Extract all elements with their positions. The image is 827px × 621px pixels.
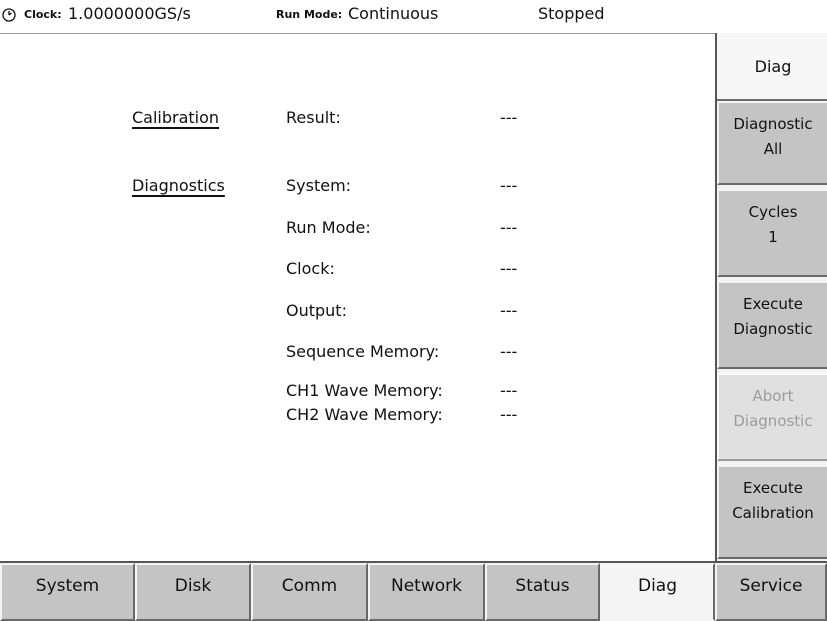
side-menu-title: Diag [717, 33, 827, 101]
clock-icon [2, 8, 16, 22]
execute-diagnostic-button[interactable]: Execute Diagnostic [717, 281, 827, 369]
result-label: Result: [286, 108, 341, 127]
system-value: --- [500, 176, 518, 195]
bottom-tab-status[interactable]: Status [485, 563, 600, 621]
bottom-tab-service[interactable]: Service [715, 563, 827, 621]
cycles-button[interactable]: Cycles 1 [717, 189, 827, 277]
side-menu: Diag Diagnostic All Cycles 1 Execute Dia… [715, 33, 827, 561]
button-line-2: Calibration [732, 504, 814, 522]
result-value: --- [500, 108, 518, 127]
bottom-tab-network[interactable]: Network [368, 563, 485, 621]
clock-label: Clock: [24, 8, 62, 21]
run-mode-label: Run Mode: [276, 8, 343, 21]
output-label: Output: [286, 301, 347, 320]
bottom-tab-disk[interactable]: Disk [135, 563, 251, 621]
button-line-2: Diagnostic [733, 320, 813, 338]
run-mode-value: Continuous [348, 4, 439, 23]
button-line-1: Cycles [748, 203, 798, 221]
sequence-memory-value: --- [500, 342, 518, 361]
execute-calibration-button[interactable]: Execute Calibration [717, 465, 827, 559]
calibration-heading: Calibration [132, 108, 220, 127]
bottom-tab-system[interactable]: System [0, 563, 135, 621]
ch2-wave-memory-value: --- [500, 405, 518, 424]
run-mode-row-label: Run Mode: [286, 218, 371, 237]
bottom-menu: System Disk Comm Network Status Diag Ser… [0, 561, 827, 621]
system-label: System: [286, 176, 352, 195]
bottom-tab-diag[interactable]: Diag [600, 563, 715, 621]
sequence-memory-label: Sequence Memory: [286, 342, 440, 361]
diag-main-panel: Calibration Diagnostics Result: --- Syst… [0, 33, 715, 562]
clock-row-value: --- [500, 259, 518, 278]
ch2-wave-memory-label: CH2 Wave Memory: [286, 405, 443, 424]
abort-diagnostic-button[interactable]: Abort Diagnostic [717, 373, 827, 461]
clock-value: 1.0000000GS/s [68, 4, 191, 23]
run-state: Stopped [538, 4, 605, 23]
button-line-1: Abort [752, 387, 794, 405]
button-line-1: Execute [743, 479, 803, 497]
button-line-1: Execute [743, 295, 803, 313]
clock-row-label: Clock: [286, 259, 335, 278]
output-value: --- [500, 301, 518, 320]
run-mode-row-value: --- [500, 218, 518, 237]
button-line-2: 1 [768, 228, 778, 246]
ch1-wave-memory-label: CH1 Wave Memory: [286, 381, 443, 400]
ch1-wave-memory-value: --- [500, 381, 518, 400]
button-line-1: Diagnostic [733, 115, 813, 133]
button-line-2: All [763, 140, 783, 158]
bottom-tab-comm[interactable]: Comm [251, 563, 368, 621]
status-bar: Clock: 1.0000000GS/s Run Mode: Continuou… [0, 0, 827, 33]
diagnostic-all-button[interactable]: Diagnostic All [717, 101, 827, 185]
diagnostics-heading: Diagnostics [132, 176, 225, 195]
button-line-2: Diagnostic [733, 412, 813, 430]
